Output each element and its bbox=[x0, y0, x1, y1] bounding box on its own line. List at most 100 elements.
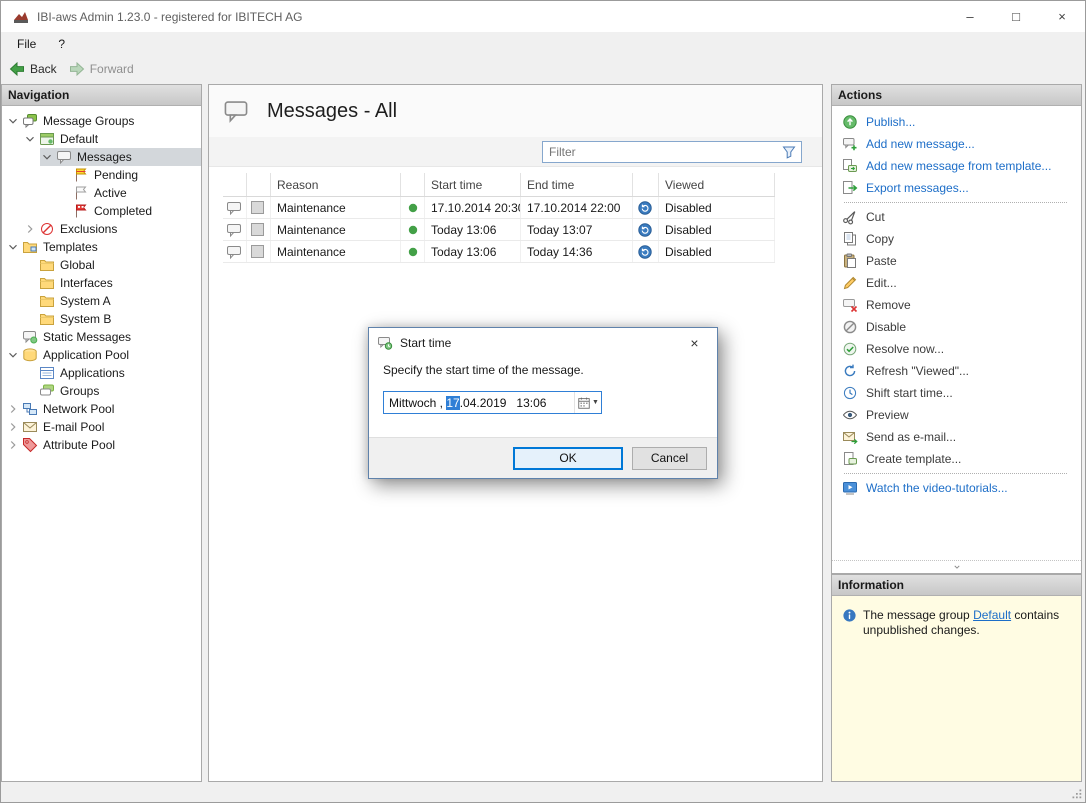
tree-item-e-mail-pool[interactable]: E-mail Pool bbox=[2, 418, 201, 436]
cancel-button[interactable]: Cancel bbox=[632, 447, 707, 470]
dialog-close-button[interactable]: × bbox=[672, 328, 717, 357]
cell-viewed: Disabled bbox=[659, 219, 775, 240]
tree-item-applications[interactable]: Applications bbox=[2, 364, 201, 382]
chevron-right-icon[interactable] bbox=[23, 222, 37, 236]
action-shift-start-time[interactable]: Shift start time... bbox=[842, 382, 1081, 404]
tree-indent bbox=[2, 310, 23, 328]
action-send-as-e-mail[interactable]: Send as e-mail... bbox=[842, 426, 1081, 448]
back-button[interactable]: Back bbox=[9, 61, 57, 77]
ok-button[interactable]: OK bbox=[513, 447, 623, 470]
application-pool-icon bbox=[22, 347, 38, 363]
tree-item-exclusions[interactable]: Exclusions bbox=[2, 220, 201, 238]
chevron-right-icon[interactable] bbox=[6, 420, 20, 434]
tree-item-message-groups[interactable]: Message Groups bbox=[2, 112, 201, 130]
tree-item-system-b[interactable]: System B bbox=[2, 310, 201, 328]
paste-icon bbox=[842, 253, 858, 269]
tree-item-application-pool[interactable]: Application Pool bbox=[2, 346, 201, 364]
chevron-down-icon[interactable] bbox=[40, 150, 54, 164]
tree-item-static-messages[interactable]: Static Messages bbox=[2, 328, 201, 346]
column-status bbox=[401, 173, 425, 196]
calendar-dropdown-button[interactable]: ▼ bbox=[574, 392, 601, 413]
menu-help[interactable]: ? bbox=[58, 37, 65, 51]
message-row-icon bbox=[226, 200, 242, 216]
flag-completed-icon bbox=[73, 203, 89, 219]
tree-item-pending[interactable]: Pending bbox=[2, 166, 201, 184]
column-end-time[interactable]: End time bbox=[521, 173, 633, 196]
cell-message-icon bbox=[223, 219, 247, 240]
table-row[interactable]: MaintenanceToday 13:06Today 13:07Disable… bbox=[223, 219, 775, 241]
chevron-right-icon[interactable] bbox=[6, 402, 20, 416]
chevron-down-icon[interactable] bbox=[6, 348, 20, 362]
menu-file[interactable]: File bbox=[17, 37, 36, 51]
resolve-icon bbox=[842, 341, 858, 357]
static-messages-icon bbox=[22, 329, 38, 345]
tree-item-completed[interactable]: Completed bbox=[2, 202, 201, 220]
action-label: Cut bbox=[866, 210, 885, 224]
tree-item-groups[interactable]: Groups bbox=[2, 382, 201, 400]
action-paste[interactable]: Paste bbox=[842, 250, 1081, 272]
chevron-right-icon[interactable] bbox=[6, 438, 20, 452]
forward-button[interactable]: Forward bbox=[69, 61, 134, 77]
publish-icon bbox=[842, 114, 858, 130]
navigation-tree: Message GroupsDefaultMessages Pending Acti… bbox=[2, 106, 201, 454]
action-remove[interactable]: Remove bbox=[842, 294, 1081, 316]
tree-item-default[interactable]: Default bbox=[2, 130, 201, 148]
table-row[interactable]: MaintenanceToday 13:06Today 14:36Disable… bbox=[223, 241, 775, 263]
column-start-time[interactable]: Start time bbox=[425, 173, 521, 196]
action-preview[interactable]: Preview bbox=[842, 404, 1081, 426]
title-bar[interactable]: IBI-aws Admin 1.23.0 - registered for IB… bbox=[1, 1, 1085, 32]
action-edit[interactable]: Edit... bbox=[842, 272, 1081, 294]
tree-item-messages[interactable]: Messages bbox=[2, 148, 201, 166]
resize-grip[interactable] bbox=[1069, 786, 1083, 800]
tree-item-templates[interactable]: Templates bbox=[2, 238, 201, 256]
datetime-selected-day[interactable]: 17 bbox=[446, 396, 459, 410]
export-icon bbox=[842, 180, 858, 196]
actions-overflow-indicator[interactable] bbox=[832, 560, 1081, 573]
action-refresh-viewed[interactable]: Refresh "Viewed"... bbox=[842, 360, 1081, 382]
column-viewed[interactable]: Viewed bbox=[659, 173, 775, 196]
table-row[interactable]: Maintenance17.10.2014 20:3017.10.2014 22… bbox=[223, 197, 775, 219]
actions-header-label: Actions bbox=[838, 88, 882, 102]
cell-end-text: Today 13:07 bbox=[527, 223, 592, 237]
action-disable[interactable]: Disable bbox=[842, 316, 1081, 338]
close-button[interactable]: × bbox=[1039, 1, 1085, 32]
filter-icon[interactable] bbox=[781, 144, 797, 160]
action-watch-the-video-tutorials[interactable]: Watch the video-tutorials... bbox=[842, 477, 1081, 499]
action-create-template[interactable]: Create template... bbox=[842, 448, 1081, 470]
tree-item-label: Exclusions bbox=[60, 222, 117, 236]
chevron-down-icon[interactable] bbox=[6, 240, 20, 254]
cell-status bbox=[401, 197, 425, 218]
tree-item-network-pool[interactable]: Network Pool bbox=[2, 400, 201, 418]
action-add-new-message-from-template[interactable]: Add new message from template... bbox=[842, 155, 1081, 177]
row-checkbox[interactable] bbox=[251, 201, 264, 214]
minimize-button[interactable]: – bbox=[947, 1, 993, 32]
action-add-new-message[interactable]: Add new message... bbox=[842, 133, 1081, 155]
chevron-down-icon[interactable] bbox=[23, 132, 37, 146]
row-checkbox[interactable] bbox=[251, 223, 264, 236]
tree-item-interfaces[interactable]: Interfaces bbox=[2, 274, 201, 292]
filter-input[interactable] bbox=[543, 145, 781, 159]
tree-item-active[interactable]: Active bbox=[2, 184, 201, 202]
cell-viewed-icon bbox=[633, 219, 659, 240]
action-cut[interactable]: Cut bbox=[842, 206, 1081, 228]
default-group-link[interactable]: Default bbox=[973, 608, 1011, 622]
action-copy[interactable]: Copy bbox=[842, 228, 1081, 250]
maximize-button[interactable]: □ bbox=[993, 1, 1039, 32]
datetime-picker[interactable]: Mittwoch , 17.04.2019 13:06 ▼ bbox=[383, 391, 602, 414]
dialog-title: Start time bbox=[400, 336, 451, 350]
row-checkbox[interactable] bbox=[251, 245, 264, 258]
tree-item-attribute-pool[interactable]: Attribute Pool bbox=[2, 436, 201, 454]
tree-item-global[interactable]: Global bbox=[2, 256, 201, 274]
action-publish[interactable]: Publish... bbox=[842, 111, 1081, 133]
action-resolve-now[interactable]: Resolve now... bbox=[842, 338, 1081, 360]
tree-item-label: Pending bbox=[94, 168, 138, 182]
messages-icon bbox=[56, 149, 72, 165]
chevron-down-icon[interactable] bbox=[6, 114, 20, 128]
cell-reason-text: Maintenance bbox=[277, 223, 346, 237]
column-reason[interactable]: Reason bbox=[271, 173, 401, 196]
tree-item-system-a[interactable]: System A bbox=[2, 292, 201, 310]
dialog-title-bar[interactable]: Start time × bbox=[369, 328, 717, 357]
menu-bar: File ? bbox=[1, 32, 1085, 55]
tree-item-content: Application Pool bbox=[6, 346, 201, 364]
action-export-messages[interactable]: Export messages... bbox=[842, 177, 1081, 199]
